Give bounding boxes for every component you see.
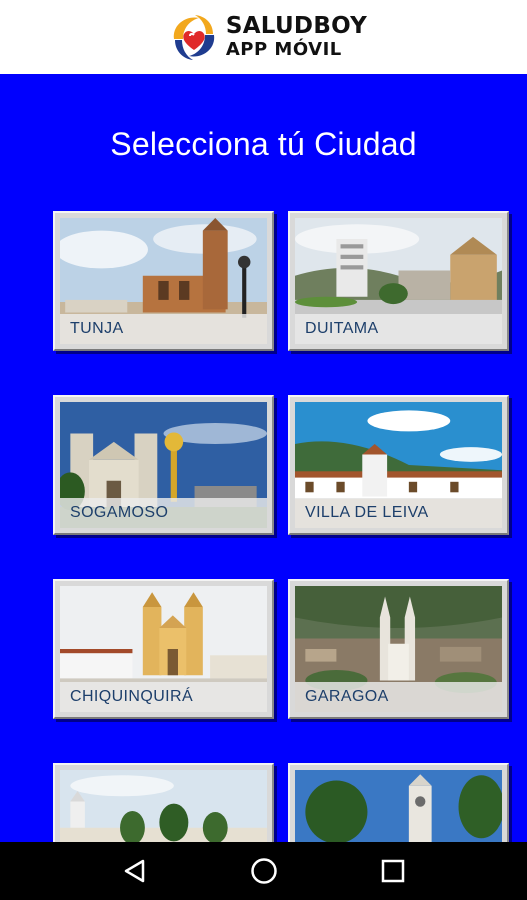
city-photo: DUITAMA <box>295 218 502 344</box>
city-label: VILLA DE LEIVA <box>295 498 502 528</box>
home-button[interactable] <box>244 851 284 891</box>
brand-title: SALUDBOY <box>225 13 368 39</box>
city-card-villa-de-leiva[interactable]: VILLA DE LEIVA <box>288 395 509 535</box>
city-photo: TUNJA <box>60 218 267 344</box>
recents-square-icon <box>381 859 404 883</box>
city-card-duitama[interactable]: DUITAMA <box>288 211 509 351</box>
city-photo <box>295 770 502 842</box>
city-card-7[interactable] <box>53 763 274 842</box>
back-triangle-icon <box>124 859 144 883</box>
app-header: SALUDBOY APP MÓVIL <box>0 0 527 74</box>
city-photo: SOGAMOSO <box>60 402 267 528</box>
city-label: GARAGOA <box>295 682 502 712</box>
recents-button[interactable] <box>373 851 413 891</box>
city-selection-screen: Selecciona tú Ciudad TUNJA DUITAMA SOGAM… <box>0 74 527 842</box>
page-title: Selecciona tú Ciudad <box>110 126 417 162</box>
city-card-sogamoso[interactable]: SOGAMOSO <box>53 395 274 535</box>
city-label: CHIQUINQUIRÁ <box>60 682 267 712</box>
home-circle-icon <box>250 858 277 884</box>
brand-subtitle: APP MÓVIL <box>225 39 342 60</box>
back-button[interactable] <box>115 851 155 891</box>
heart-hands-logo-icon <box>173 15 215 60</box>
city-label: TUNJA <box>60 314 267 344</box>
city-photo: VILLA DE LEIVA <box>295 402 502 528</box>
city-card-chiquinquira[interactable]: CHIQUINQUIRÁ <box>53 579 274 719</box>
city-photo <box>60 770 267 842</box>
system-nav-bar <box>0 842 527 900</box>
city-card-8[interactable] <box>288 763 509 842</box>
brand: SALUDBOY APP MÓVIL <box>166 9 367 65</box>
city-card-garagoa[interactable]: GARAGOA <box>288 579 509 719</box>
city-label: DUITAMA <box>295 314 502 344</box>
city-photo: GARAGOA <box>295 586 502 712</box>
city-label: SOGAMOSO <box>60 498 267 528</box>
city-card-tunja[interactable]: TUNJA <box>53 211 274 351</box>
city-photo: CHIQUINQUIRÁ <box>60 586 267 712</box>
